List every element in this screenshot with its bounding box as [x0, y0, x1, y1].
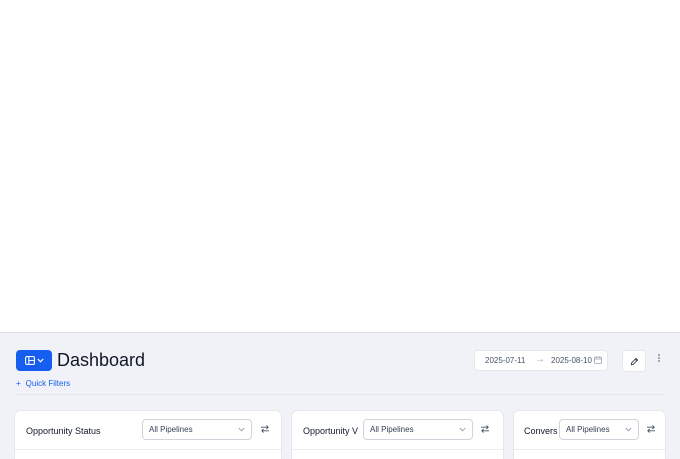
pipeline-select[interactable]: All Pipelines	[559, 419, 639, 440]
opportunity-value-card: Opportunity V All Pipelines	[291, 410, 504, 459]
card-title: Opportunity V	[303, 426, 359, 436]
divider	[14, 394, 666, 395]
pencil-icon	[630, 357, 638, 365]
opportunity-status-card: Opportunity Status All Pipelines	[14, 410, 282, 459]
page-title: Dashboard	[57, 350, 146, 370]
conversion-card: Convers All Pipelines	[513, 410, 666, 459]
quick-filters-button[interactable]: + Quick Filters	[16, 379, 70, 388]
kebab-menu-icon	[658, 354, 660, 362]
calendar-icon	[594, 356, 602, 364]
swap-icon[interactable]	[260, 424, 270, 434]
edit-dashboard-button[interactable]	[622, 350, 646, 372]
arrow-right-icon: →	[535, 354, 545, 365]
card-title: Convers	[524, 426, 558, 436]
swap-icon[interactable]	[480, 424, 490, 434]
chevron-down-icon	[238, 427, 245, 432]
layout-icon	[24, 356, 35, 365]
dashboard-panel: Dashboard 2025-07-11 → 2025-08-10 + Quic…	[0, 332, 680, 459]
date-range-picker[interactable]: 2025-07-11 → 2025-08-10	[474, 350, 608, 371]
pipeline-select-value: All Pipelines	[370, 425, 414, 434]
pipeline-select-value: All Pipelines	[566, 425, 610, 434]
plus-icon: +	[16, 379, 21, 388]
date-start[interactable]: 2025-07-11	[485, 356, 525, 365]
chevron-down-icon	[36, 358, 44, 363]
dashboard-switcher-button[interactable]	[16, 350, 52, 371]
card-divider	[292, 449, 503, 450]
pipeline-select[interactable]: All Pipelines	[142, 419, 252, 440]
chevron-down-icon	[459, 427, 466, 432]
more-options-button[interactable]	[654, 353, 664, 369]
pipeline-select-value: All Pipelines	[149, 425, 193, 434]
pipeline-select[interactable]: All Pipelines	[363, 419, 473, 440]
blank-area	[0, 0, 680, 332]
swap-icon[interactable]	[646, 424, 656, 434]
card-divider	[514, 449, 665, 450]
quick-filters-label: Quick Filters	[25, 379, 71, 388]
date-end[interactable]: 2025-08-10	[551, 356, 592, 365]
card-title: Opportunity Status	[26, 426, 101, 436]
card-divider	[15, 449, 281, 450]
chevron-down-icon	[625, 427, 632, 432]
